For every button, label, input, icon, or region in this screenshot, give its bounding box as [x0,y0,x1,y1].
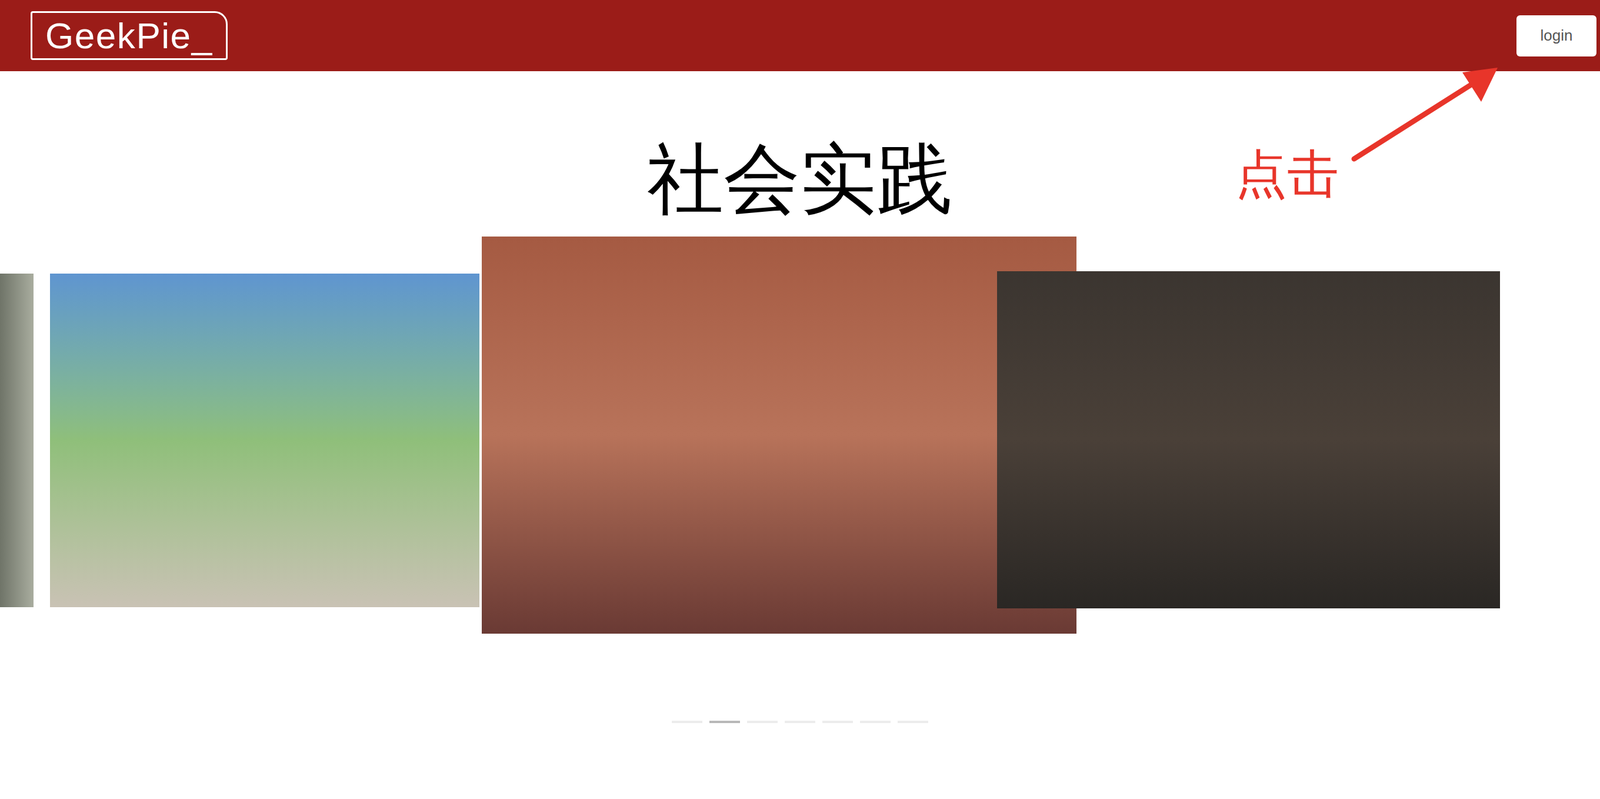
carousel[interactable] [0,236,1600,634]
carousel-indicator[interactable] [860,720,891,723]
carousel-indicator[interactable] [671,720,703,723]
page: GeekPie_ login 点击 社会实践 [0,0,1600,799]
carousel-indicator[interactable] [784,720,816,723]
carousel-indicator[interactable] [897,720,929,723]
carousel-indicator[interactable] [822,720,853,723]
carousel-indicators [671,720,929,723]
arrow-icon [1347,61,1506,168]
carousel-indicator[interactable] [709,720,740,723]
content: 社会实践 [0,71,1600,723]
page-title: 社会实践 [647,140,953,218]
carousel-indicator[interactable] [747,720,778,723]
top-bar: GeekPie_ login [0,0,1600,72]
carousel-slide[interactable] [481,236,1077,634]
carousel-slide[interactable] [0,273,34,608]
annotation-text: 点击 [1235,145,1339,203]
carousel-slide[interactable] [50,273,480,608]
logo[interactable]: GeekPie_ [30,11,228,60]
carousel-slide[interactable] [997,271,1500,609]
login-button[interactable]: login [1516,15,1597,57]
